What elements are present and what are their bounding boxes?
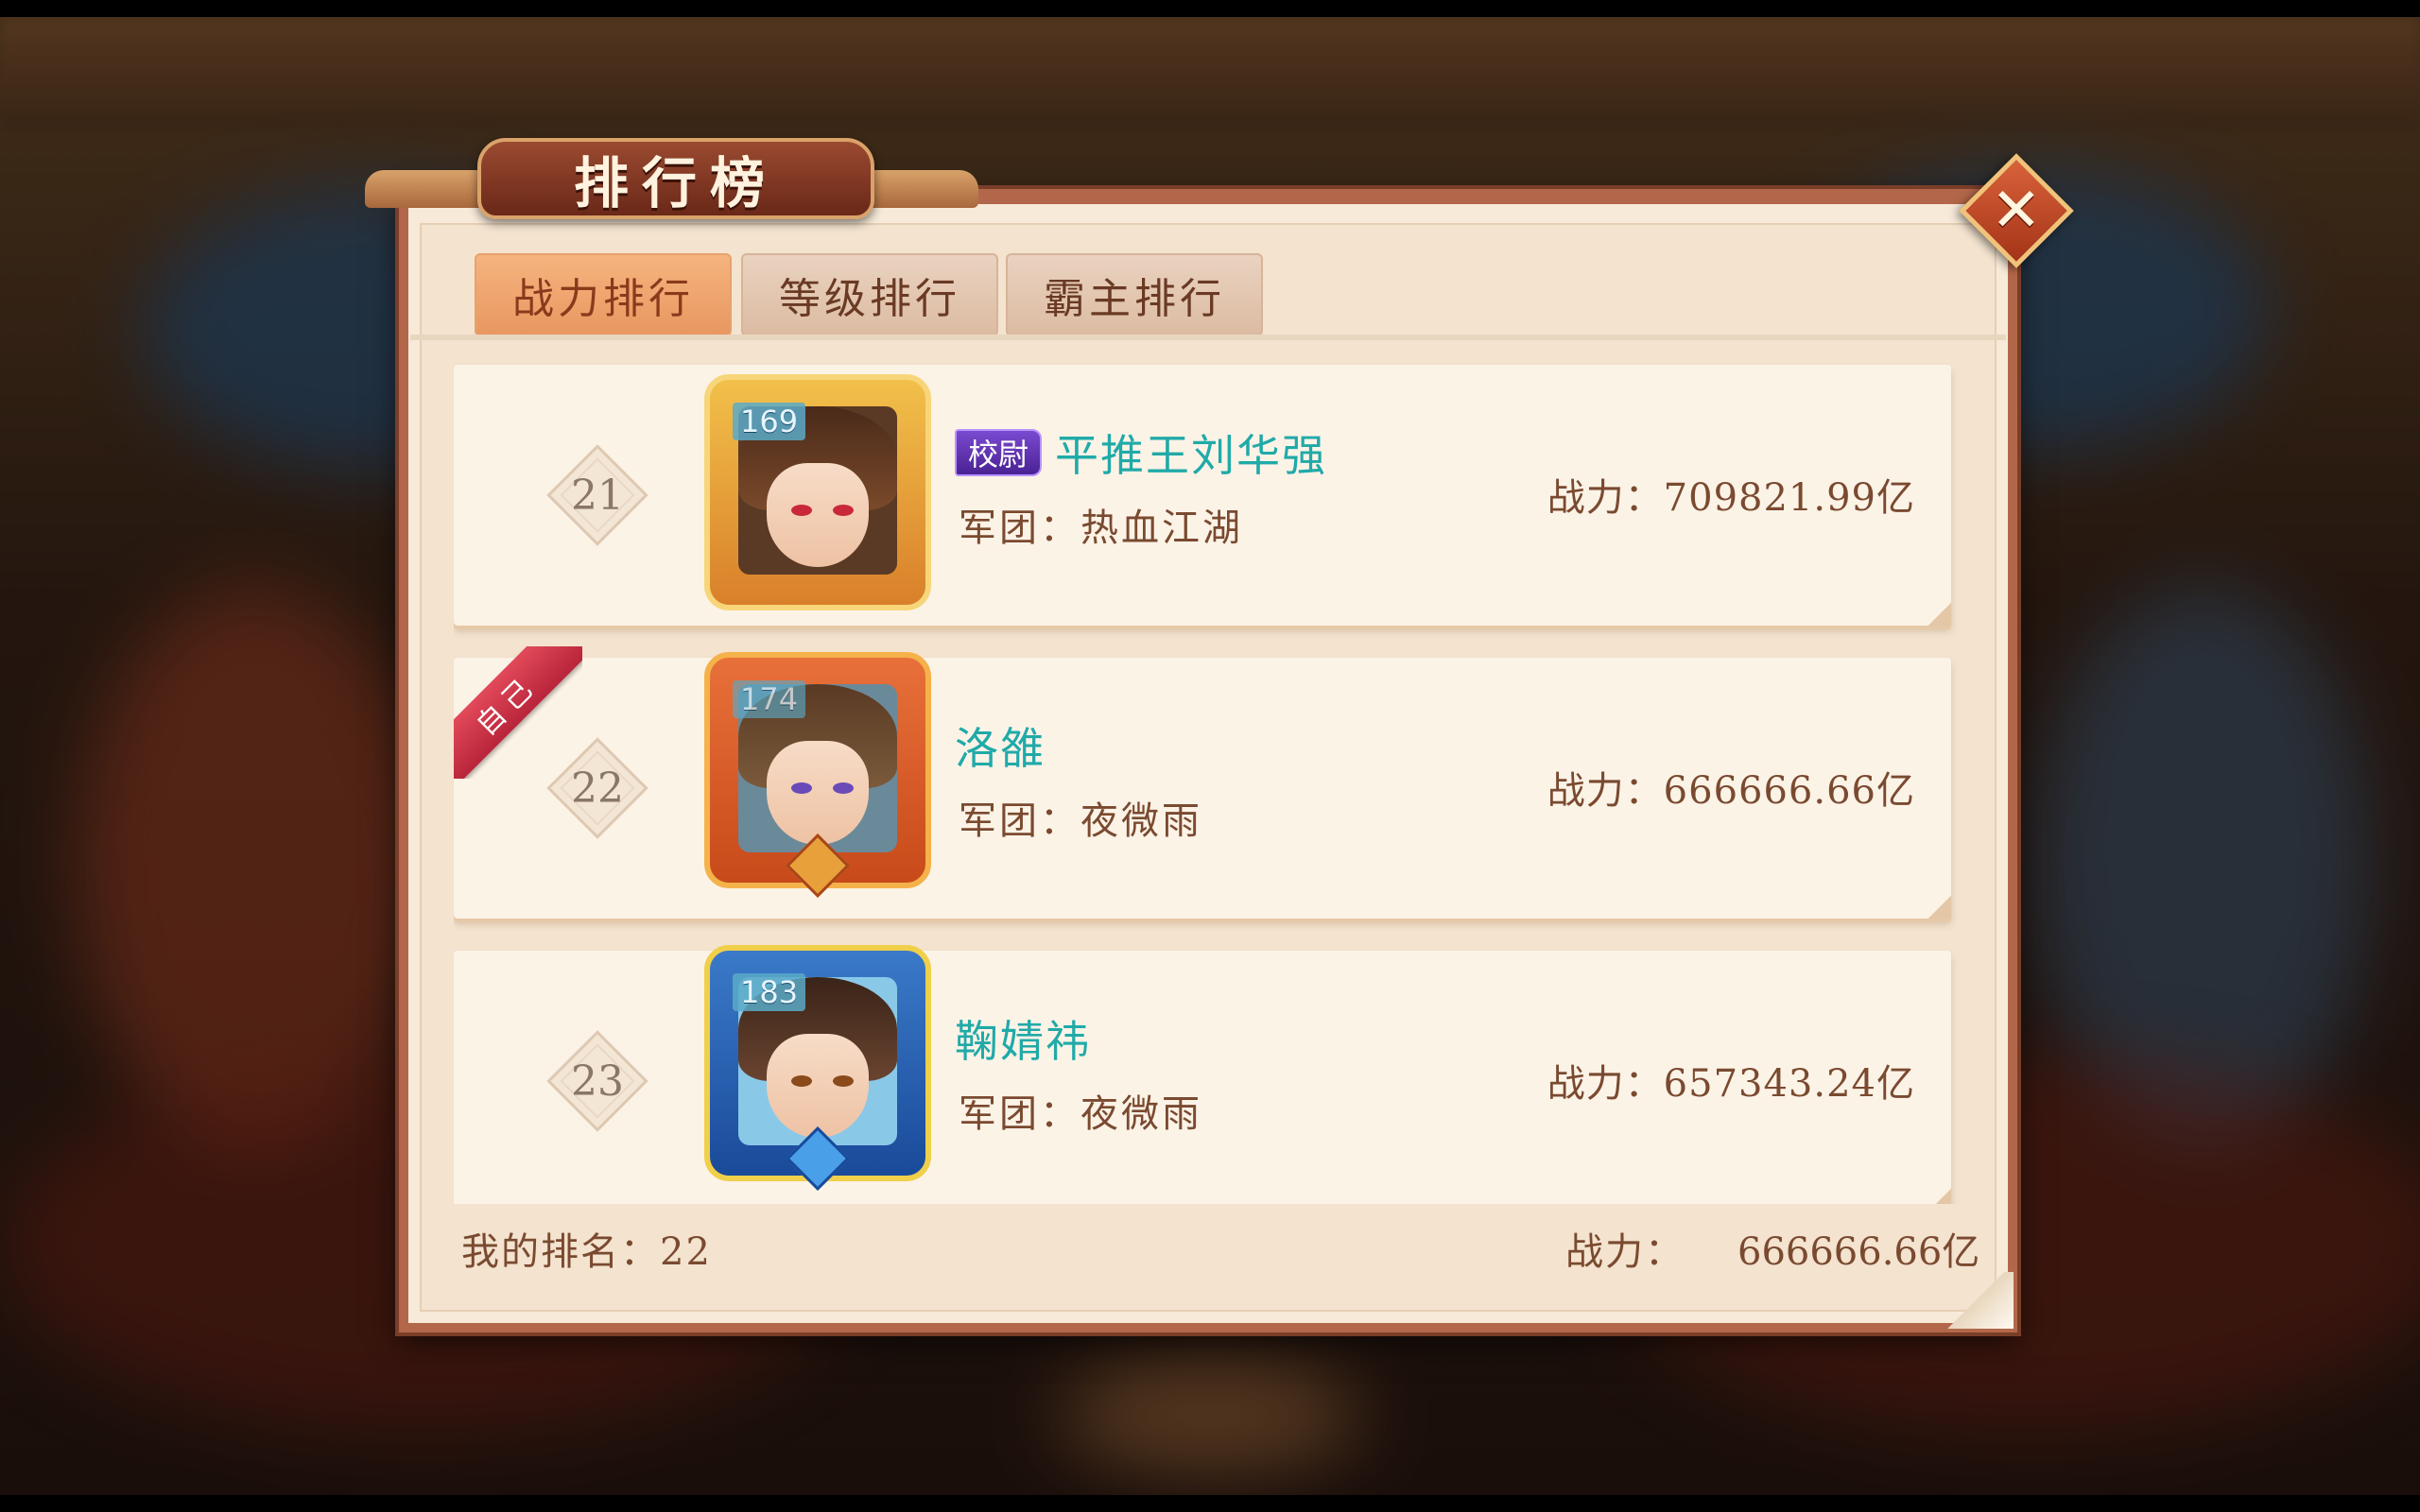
legion-label: 军团：夜微雨: [959, 1092, 1202, 1136]
tab-level-ranking[interactable]: 等级排行: [741, 253, 998, 336]
tab-power-ranking[interactable]: 战力排行: [475, 253, 732, 336]
rank-number: 23: [571, 1057, 624, 1106]
legion-label: 军团：夜微雨: [959, 799, 1202, 843]
self-ribbon: 自己: [454, 646, 582, 779]
window-title: 排行榜: [573, 151, 778, 215]
power-value: 战力：657343.24亿: [1547, 1062, 1915, 1106]
title-plaque: 排行榜: [477, 138, 874, 219]
military-rank-badge: 校尉: [955, 429, 1043, 476]
page-corner-decoration: [1938, 1272, 2014, 1329]
tab-overlord-ranking[interactable]: 霸主排行: [1006, 253, 1263, 336]
rank-number: 21: [571, 471, 624, 520]
my-power-value: 666666.66亿: [1737, 1230, 1980, 1274]
my-power-label: 战力：: [1565, 1230, 1685, 1274]
rank-diamond: 21: [546, 444, 648, 546]
self-ribbon-label: 自己: [454, 646, 582, 779]
name-line: 洛雒: [955, 714, 1046, 777]
tab-divider: [410, 335, 2006, 340]
player-name: 鞠婧祎: [955, 1016, 1091, 1067]
tab-label: 战力排行: [512, 275, 694, 323]
name-line: 鞠婧祎: [955, 1007, 1091, 1070]
tab-label: 等级排行: [779, 275, 960, 323]
my-rank-label: 我的排名：22: [461, 1230, 712, 1274]
rank-diamond: 23: [546, 1030, 648, 1132]
power-value: 战力：666666.66亿: [1547, 769, 1915, 813]
list-item[interactable]: 23 183 鞠婧祎 军团：夜微雨 战力：657343.24亿: [454, 945, 1951, 1204]
level-badge: 183: [733, 973, 806, 1011]
list-item[interactable]: 21 169 校尉 平推王刘华强 军团：热血江湖 战力：709821.99亿: [454, 365, 1951, 626]
avatar[interactable]: 169: [704, 374, 931, 610]
level-badge: 174: [733, 680, 806, 718]
tab-label: 霸主排行: [1044, 275, 1225, 323]
close-icon: ✕: [1991, 176, 2042, 246]
power-value: 战力：709821.99亿: [1547, 476, 1915, 520]
avatar[interactable]: 183: [704, 945, 931, 1191]
legion-label: 军团：热血江湖: [959, 507, 1243, 550]
list-item-self[interactable]: 自己 22 174 洛雒 军团：夜微雨 战力：666666.66亿: [454, 646, 1951, 919]
player-name: 洛雒: [955, 723, 1046, 774]
avatar[interactable]: 174: [704, 652, 931, 898]
name-line: 校尉 平推王刘华强: [955, 421, 1327, 484]
level-badge: 169: [733, 403, 806, 440]
ranking-list[interactable]: 21 169 校尉 平推王刘华强 军团：热血江湖 战力：709821.99亿 自…: [454, 359, 1966, 1204]
player-name: 平推王刘华强: [1055, 430, 1328, 481]
